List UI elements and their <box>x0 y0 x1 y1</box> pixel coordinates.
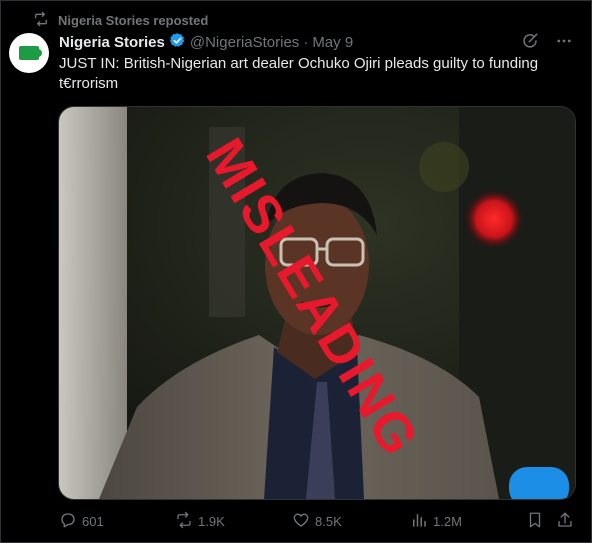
repost-icon <box>175 511 193 532</box>
bookmark-icon <box>526 511 544 532</box>
author-name[interactable]: Nigeria Stories <box>59 34 165 51</box>
share-button[interactable] <box>556 511 574 532</box>
avatar[interactable] <box>9 33 49 73</box>
repost-indicator[interactable]: Nigeria Stories reposted <box>33 11 208 29</box>
tweet-image[interactable]: MISLEADING <box>58 106 576 500</box>
reply-button[interactable]: 601 <box>59 511 104 532</box>
views-button[interactable]: 1.2M <box>410 511 462 532</box>
grok-icon[interactable] <box>521 32 539 55</box>
tweet-text: JUST IN: British-Nigerian art dealer Och… <box>59 55 539 92</box>
like-count: 8.5K <box>315 513 342 529</box>
repost-count: 1.9K <box>198 513 225 529</box>
reply-count: 601 <box>82 513 104 529</box>
reply-icon <box>59 511 77 532</box>
separator: · <box>303 33 309 51</box>
author-handle[interactable]: @NigeriaStories <box>190 34 299 51</box>
repost-button[interactable]: 1.9K <box>175 511 225 532</box>
repost-icon <box>33 11 49 30</box>
views-icon <box>410 511 428 532</box>
like-icon <box>292 511 310 532</box>
repost-label: Nigeria Stories reposted <box>58 12 209 28</box>
tweet-date[interactable]: May 9 <box>312 34 353 51</box>
bookmark-button[interactable] <box>526 511 544 532</box>
views-count: 1.2M <box>433 513 462 529</box>
share-icon <box>556 511 574 532</box>
tweet-top-icons <box>521 32 573 55</box>
tweet-header: Nigeria Stories @NigeriaStories · May 9 <box>59 32 353 52</box>
microphone <box>509 467 569 499</box>
verified-badge-icon <box>169 32 186 53</box>
nigeria-stories-logo <box>19 46 42 60</box>
more-icon[interactable] <box>555 32 573 55</box>
tweet-card[interactable]: Nigeria Stories reposted Nigeria Stories… <box>0 0 592 543</box>
like-button[interactable]: 8.5K <box>292 511 342 532</box>
action-bar: 601 1.9K 8.5K 1.2M <box>59 510 575 532</box>
